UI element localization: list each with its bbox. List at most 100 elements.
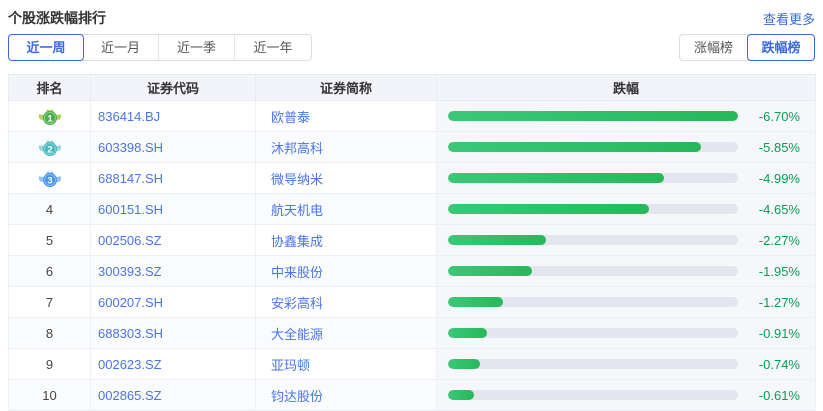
decline-value: -4.99% — [759, 171, 800, 186]
rank-2-medal-icon: 2 — [37, 138, 63, 157]
decline-bar: -6.70% — [437, 109, 815, 124]
stock-ranking-panel: 个股涨跌幅排行 查看更多 近一周 近一月 近一季 近一年 涨幅榜 跌幅榜 排名 … — [0, 0, 823, 411]
decline-value: -4.65% — [759, 202, 800, 217]
decline-bar-fill — [448, 111, 738, 121]
stock-code[interactable]: 600151.SH — [91, 194, 256, 225]
rank-medal-icon: 3 — [37, 169, 63, 188]
decline-value: -0.74% — [759, 357, 800, 372]
rank-cell: 5 — [9, 225, 91, 256]
view-more-link[interactable]: 查看更多 — [763, 9, 815, 28]
decline-value: -5.85% — [759, 140, 800, 155]
stock-code[interactable]: 002623.SZ — [91, 349, 256, 380]
decline-value: -1.27% — [759, 295, 800, 310]
rank-medal-icon: 1 — [37, 107, 63, 126]
decline-bar-fill — [448, 359, 480, 369]
table-row[interactable]: 10 002865.SZ 钧达股份 -0.61% — [9, 380, 816, 411]
table-row[interactable]: 7 600207.SH 安彩高科 -1.27% — [9, 287, 816, 318]
stock-name[interactable]: 安彩高科 — [256, 287, 437, 318]
table-row[interactable]: 2 603398.SH 沐邦高科 -5.85% — [9, 132, 816, 163]
rank-cell: 4 — [9, 194, 91, 225]
stock-code[interactable]: 603398.SH — [91, 132, 256, 163]
decline-bar-track — [448, 297, 738, 307]
stock-code[interactable]: 002506.SZ — [91, 225, 256, 256]
stock-name[interactable]: 沐邦高科 — [256, 132, 437, 163]
rank-cell: 9 — [9, 349, 91, 380]
stock-name[interactable]: 微导纳米 — [256, 163, 437, 194]
rank-cell: 1 — [9, 101, 91, 132]
decline-bar-track — [448, 111, 738, 121]
decline-bar: -0.61% — [437, 388, 815, 403]
decline-bar-track — [448, 359, 738, 369]
decline-bar: -5.85% — [437, 140, 815, 155]
stock-name[interactable]: 亚玛顿 — [256, 349, 437, 380]
decline-bar: -4.99% — [437, 171, 815, 186]
decline-bar-track — [448, 266, 738, 276]
stock-name[interactable]: 协鑫集成 — [256, 225, 437, 256]
toggle-gainers-board[interactable]: 涨幅榜 — [680, 35, 748, 60]
decline-value: -0.61% — [759, 388, 800, 403]
decline-value: -1.95% — [759, 264, 800, 279]
tab-last-month[interactable]: 近一月 — [83, 35, 159, 60]
table-row[interactable]: 3 688147.SH 微导纳米 -4.99% — [9, 163, 816, 194]
svg-text:3: 3 — [47, 175, 52, 186]
decline-bar-track — [448, 142, 738, 152]
decline-bar-fill — [448, 173, 664, 183]
column-header-decline: 跌幅 — [437, 75, 816, 101]
stock-code[interactable]: 002865.SZ — [91, 380, 256, 411]
stock-code[interactable]: 688147.SH — [91, 163, 256, 194]
rank-cell: 7 — [9, 287, 91, 318]
tab-last-year[interactable]: 近一年 — [235, 35, 311, 60]
decline-bar: -0.91% — [437, 326, 815, 341]
decline-value: -6.70% — [759, 109, 800, 124]
stock-name[interactable]: 航天机电 — [256, 194, 437, 225]
panel-header: 个股涨跌幅排行 查看更多 — [8, 8, 815, 28]
board-toggle: 涨幅榜 跌幅榜 — [679, 34, 815, 61]
tab-last-quarter[interactable]: 近一季 — [159, 35, 235, 60]
page-title: 个股涨跌幅排行 — [8, 8, 106, 28]
rank-3-medal-icon: 3 — [37, 169, 63, 188]
table-row[interactable]: 1 836414.BJ 欧普泰 -6.70% — [9, 101, 816, 132]
stock-code[interactable]: 300393.SZ — [91, 256, 256, 287]
rank-medal-icon: 2 — [37, 138, 63, 157]
period-tabs: 近一周 近一月 近一季 近一年 — [8, 34, 312, 61]
decline-value: -0.91% — [759, 326, 800, 341]
rank-cell: 8 — [9, 318, 91, 349]
table-header: 排名 证券代码 证券简称 跌幅 — [9, 75, 816, 101]
stock-name[interactable]: 欧普泰 — [256, 101, 437, 132]
table-row[interactable]: 8 688303.SH 大全能源 -0.91% — [9, 318, 816, 349]
stock-code[interactable]: 600207.SH — [91, 287, 256, 318]
table-row[interactable]: 6 300393.SZ 中来股份 -1.95% — [9, 256, 816, 287]
decline-bar: -4.65% — [437, 202, 815, 217]
column-header-rank: 排名 — [9, 75, 91, 101]
table-row[interactable]: 5 002506.SZ 协鑫集成 -2.27% — [9, 225, 816, 256]
decline-bar-fill — [448, 297, 503, 307]
decline-bar-fill — [448, 390, 474, 400]
decline-bar-fill — [448, 266, 532, 276]
decline-value: -2.27% — [759, 233, 800, 248]
table-row[interactable]: 4 600151.SH 航天机电 -4.65% — [9, 194, 816, 225]
stock-name[interactable]: 大全能源 — [256, 318, 437, 349]
toggle-losers-board[interactable]: 跌幅榜 — [747, 34, 815, 61]
rank-1-medal-icon: 1 — [37, 107, 63, 126]
stock-name[interactable]: 中来股份 — [256, 256, 437, 287]
decline-bar-fill — [448, 142, 701, 152]
tab-last-week[interactable]: 近一周 — [8, 34, 84, 61]
table-row[interactable]: 9 002623.SZ 亚玛顿 -0.74% — [9, 349, 816, 380]
decline-bar-track — [448, 173, 738, 183]
rank-cell: 2 — [9, 132, 91, 163]
decline-bar: -2.27% — [437, 233, 815, 248]
decline-bar: -0.74% — [437, 357, 815, 372]
stock-code[interactable]: 836414.BJ — [91, 101, 256, 132]
decline-bar-track — [448, 390, 738, 400]
toolbar: 近一周 近一月 近一季 近一年 涨幅榜 跌幅榜 — [8, 34, 815, 61]
rank-cell: 3 — [9, 163, 91, 194]
decline-bar-fill — [448, 328, 487, 338]
column-header-name: 证券简称 — [256, 75, 437, 101]
rank-cell: 6 — [9, 256, 91, 287]
stock-code[interactable]: 688303.SH — [91, 318, 256, 349]
stock-name[interactable]: 钧达股份 — [256, 380, 437, 411]
svg-text:1: 1 — [47, 113, 53, 124]
decline-bar-track — [448, 204, 738, 214]
table-body: 1 836414.BJ 欧普泰 -6.70% 2 603398.SH 沐邦高科 … — [9, 101, 816, 411]
decline-bar: -1.95% — [437, 264, 815, 279]
